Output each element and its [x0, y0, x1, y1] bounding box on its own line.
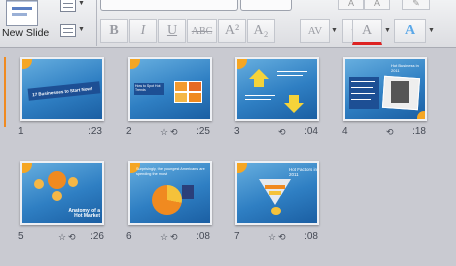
subscript-button[interactable]: A₂	[247, 19, 275, 43]
chevron-down-icon[interactable]: ▼	[331, 27, 338, 34]
clear-format-button[interactable]: ✎	[402, 0, 430, 10]
transition-icon: ⟲	[170, 127, 178, 137]
slide-title: Surprisingly, the youngest Americans are…	[136, 167, 205, 176]
slide-thumbnail-5[interactable]: Anatomy of a Hot Market	[20, 161, 104, 225]
animation-star-icon: ☆	[160, 127, 169, 137]
font-size-combo[interactable]	[240, 0, 292, 11]
slide-thumbnail-2[interactable]: How to Spot Hot Trends	[128, 57, 212, 121]
slide-number: 3	[234, 126, 240, 137]
section-icon[interactable]	[60, 24, 76, 37]
divider	[96, 0, 97, 46]
animation-star-icon: ☆	[160, 232, 169, 242]
chevron-down-icon[interactable]: ▼	[384, 27, 391, 34]
text-highlight-button[interactable]: A	[394, 19, 426, 43]
slide-timing: :25	[196, 126, 210, 137]
character-spacing-button[interactable]: AV	[300, 19, 330, 43]
slide-timing: :26	[90, 231, 104, 242]
slide-thumbnail-1[interactable]: 17 Businesses to Start Now!	[20, 57, 104, 121]
slide-timing: :08	[196, 231, 210, 242]
transition-icon: ⟲	[386, 127, 394, 137]
slide-thumbnail-7[interactable]: Hot Factors in 2011	[235, 161, 319, 225]
transition-icon: ⟲	[278, 127, 286, 137]
slide-thumbnail-6[interactable]: Surprisingly, the youngest Americans are…	[128, 161, 212, 225]
new-slide-button[interactable]: New Slide	[2, 27, 49, 39]
slide-number: 4	[342, 126, 348, 137]
slide-thumbnail-4[interactable]: Hot Business in 2011	[343, 57, 427, 121]
animation-star-icon: ☆	[268, 232, 277, 242]
chevron-down-icon[interactable]: ▼	[428, 27, 435, 34]
slide-title: Hot Factors in 2011	[289, 167, 318, 177]
slide-title: How to Spot Hot Trends	[135, 84, 161, 92]
superscript-button[interactable]: A²	[218, 19, 246, 43]
layout-icon[interactable]	[60, 0, 76, 12]
slide-number: 5	[18, 231, 24, 242]
increase-font-button[interactable]: A	[338, 0, 364, 10]
slide-number: 6	[126, 231, 132, 242]
transition-icon: ⟲	[170, 232, 178, 242]
strikethrough-button[interactable]: ABC	[187, 19, 217, 43]
slide-title: Anatomy of a Hot Market	[68, 208, 100, 219]
slide-timing: :18	[412, 126, 426, 137]
slide-timing: :23	[88, 126, 102, 137]
font-name-combo[interactable]	[100, 0, 238, 11]
slide-number: 2	[126, 126, 132, 137]
font-color-button[interactable]: A	[352, 19, 382, 45]
chevron-down-icon[interactable]: ▼	[78, 0, 85, 7]
bold-button[interactable]: B	[100, 19, 128, 43]
italic-button[interactable]: I	[129, 19, 157, 43]
slide-title: Hot Business in 2011	[391, 63, 419, 73]
slide-number: 7	[234, 231, 240, 242]
slide-timing: :04	[304, 126, 318, 137]
ribbon-toolbar: New Slide ▼ ▼ A A ✎ B I U ABC A² A₂ AV ▼…	[0, 0, 456, 48]
slide-timing: :08	[304, 231, 318, 242]
slide-thumbnail-3[interactable]	[235, 57, 319, 121]
chevron-down-icon[interactable]: ▼	[78, 26, 85, 33]
decrease-font-button[interactable]: A	[364, 0, 390, 10]
slide-number: 1	[18, 126, 24, 137]
animation-star-icon: ☆	[58, 232, 67, 242]
insertion-marker	[4, 57, 6, 127]
transition-icon: ⟲	[278, 232, 286, 242]
new-slide-icon[interactable]	[6, 0, 38, 26]
underline-button[interactable]: U	[158, 19, 186, 43]
